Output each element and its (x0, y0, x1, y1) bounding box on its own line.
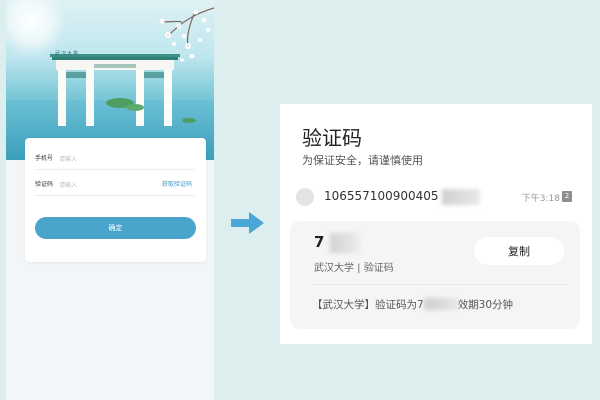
message-body: 【武汉大学】验证码为7 效期30分钟 (312, 297, 513, 312)
confirm-button[interactable]: 确定 (35, 217, 196, 239)
phone-label: 手机号 (35, 155, 54, 162)
message-text-suffix: 效期30分钟 (457, 299, 514, 311)
login-screen: 武汉大学 手机号 验证码 获取验证码 确定 (6, 0, 214, 400)
sender-number: 106557100900405 (324, 189, 439, 203)
lily-pad (126, 104, 144, 111)
sms-verification-panel: 验证码 为保证安全，请谨慎使用 106557100900405 下午3:18 2… (280, 104, 592, 344)
campus-banner: 武汉大学 (6, 0, 214, 160)
redacted-blur (330, 233, 360, 253)
code-meta: 武汉大学 | 验证码 (314, 263, 394, 274)
sim-badge: 2 (562, 191, 572, 202)
sms-title: 验证码 (302, 126, 362, 150)
sms-subtitle: 为保证安全，请谨慎使用 (302, 154, 423, 167)
lily-pad (182, 118, 196, 123)
right-arrow-icon (231, 212, 264, 234)
code-input[interactable] (59, 180, 139, 190)
message-text-prefix: 【武汉大学】验证码为7 (312, 299, 424, 311)
get-code-link[interactable]: 获取验证码 (162, 174, 192, 196)
copy-button[interactable]: 复制 (474, 237, 564, 265)
avatar (296, 188, 314, 206)
code-field-row: 验证码 获取验证码 (35, 174, 196, 196)
gate-plaque-text: 武汉大学 (54, 51, 79, 57)
message-time: 下午3:18 (521, 194, 560, 204)
sms-sender-row: 106557100900405 下午3:18 2 (294, 186, 584, 208)
phone-input[interactable] (59, 154, 139, 164)
login-form-card: 手机号 验证码 获取验证码 确定 (25, 138, 206, 262)
redacted-blur (423, 298, 458, 310)
code-label: 验证码 (35, 181, 54, 188)
verification-message-card: 7 武汉大学 | 验证码 复制 【武汉大学】验证码为7 效期30分钟 (290, 221, 580, 329)
verification-code: 7 (314, 233, 325, 251)
divider (312, 284, 568, 285)
redacted-blur (442, 189, 480, 205)
phone-field-row: 手机号 (35, 148, 196, 170)
